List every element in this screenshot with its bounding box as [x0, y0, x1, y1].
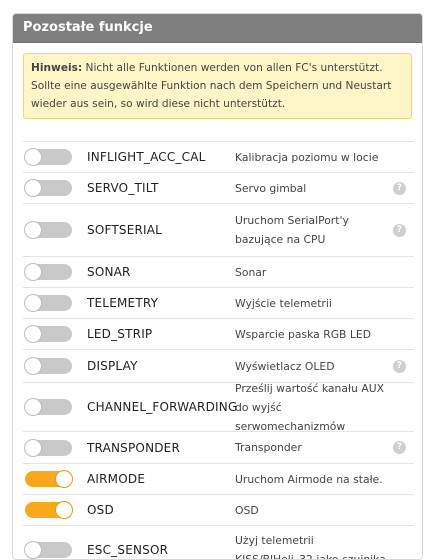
feature-row-telemetry: TELEMETRY Wyjście telemetrii [23, 288, 414, 319]
toggle-knob [25, 295, 41, 311]
feature-name: DISPLAY [87, 359, 138, 373]
toggle-knob [25, 149, 41, 165]
feature-row-servo-tilt: SERVO_TILT Servo gimbal? [23, 173, 414, 204]
toggle-cell [23, 264, 87, 280]
feature-row-channel-forwarding: CHANNEL_FORWARDING Prześlij wartość kanał… [23, 382, 414, 433]
feature-description: Transponder [235, 441, 302, 454]
feature-name: TRANSPONDER [87, 440, 181, 455]
toggle-cell [23, 295, 87, 311]
panel-title: Pozostałe funkcje [13, 14, 422, 43]
notice-label: Hinweis: [31, 62, 83, 74]
help-icon[interactable]: ? [393, 441, 406, 454]
features-list: INFLIGHT_ACC_CAL Kalibracja poziomu w loc… [13, 141, 422, 560]
feature-name: SOFTSERIAL [87, 223, 163, 237]
feature-name: LED_STRIP [87, 327, 153, 341]
feature-name: SONAR [87, 265, 131, 279]
feature-toggle-transponder[interactable] [25, 439, 72, 456]
toggle-knob [25, 439, 41, 456]
toggle-cell [23, 222, 87, 238]
feature-row-osd: OSD OSD [23, 495, 414, 526]
toggle-cell [23, 180, 87, 196]
feature-description: Servo gimbal [235, 181, 307, 195]
feature-description: Użyj telemetrii KISS/BlHeli_32 jako czuj… [235, 534, 390, 560]
feature-name: CHANNEL_FORWARDING [87, 400, 238, 414]
feature-description: Wyświetlacz OLED [235, 359, 335, 373]
feature-name: SERVO_TILT [87, 181, 159, 195]
other-features-panel: Pozostałe funkcje Hinweis: Nicht alle Fu… [12, 13, 423, 560]
feature-description: Uruchom Airmode na stałe. [235, 472, 383, 486]
feature-description: Wyjście telemetrii [235, 296, 332, 310]
feature-name: TELEMETRY [87, 296, 159, 310]
toggle-knob [25, 264, 41, 280]
toggle-knob [25, 399, 41, 415]
toggle-knob [25, 358, 41, 374]
feature-toggle-inflight-acc-cal[interactable] [25, 149, 72, 165]
feature-description: Uruchom SerialPort'y bazujące na CPU [235, 214, 349, 246]
feature-description: Sonar [235, 265, 267, 279]
help-icon[interactable]: ? [393, 359, 406, 373]
toggle-knob [25, 326, 41, 342]
feature-description: Kalibracja poziomu w locie [235, 150, 379, 164]
toggle-knob [25, 180, 41, 196]
feature-toggle-esc-sensor[interactable] [25, 542, 72, 558]
toggle-cell [23, 471, 87, 487]
toggle-knob [56, 502, 72, 518]
help-icon[interactable]: ? [393, 223, 406, 237]
feature-name: ESC_SENSOR [87, 543, 169, 557]
feature-description: Wsparcie paska RGB LED [235, 327, 372, 341]
toggle-cell [23, 502, 87, 518]
toggle-cell [23, 439, 87, 456]
toggle-knob [25, 542, 41, 558]
feature-row-inflight-acc-cal: INFLIGHT_ACC_CAL Kalibracja poziomu w loc… [23, 141, 414, 173]
feature-row-sonar: SONAR Sonar [23, 257, 414, 288]
feature-description: Prześlij wartość kanału AUX do wyjść ser… [235, 381, 385, 433]
toggle-cell [23, 542, 87, 558]
feature-toggle-softserial[interactable] [25, 222, 72, 238]
feature-toggle-display[interactable] [25, 358, 72, 374]
toggle-cell [23, 326, 87, 342]
toggle-cell [23, 358, 87, 374]
notice-box: Hinweis: Nicht alle Funktionen werden vo… [23, 53, 412, 119]
feature-name: OSD [87, 503, 114, 517]
toggle-cell [23, 149, 87, 165]
feature-toggle-servo-tilt[interactable] [25, 180, 72, 196]
toggle-knob [25, 222, 41, 238]
feature-row-airmode: AIRMODE Uruchom Airmode na stałe. [23, 464, 414, 495]
toggle-knob [56, 471, 72, 487]
feature-toggle-sonar[interactable] [25, 264, 72, 280]
feature-toggle-telemetry[interactable] [25, 295, 72, 311]
feature-row-led-strip: LED_STRIP Wsparcie paska RGB LED [23, 319, 414, 350]
feature-toggle-osd[interactable] [25, 502, 72, 518]
feature-name: INFLIGHT_ACC_CAL [87, 150, 206, 164]
feature-toggle-led-strip[interactable] [25, 326, 72, 342]
help-icon[interactable]: ? [393, 181, 406, 195]
feature-toggle-channel-forwarding[interactable] [25, 399, 72, 415]
toggle-cell [23, 399, 87, 415]
feature-description: OSD [235, 503, 259, 517]
feature-row-softserial: SOFTSERIAL Uruchom SerialPort'y bazujące … [23, 204, 414, 257]
feature-row-transponder: TRANSPONDER Transponder? [23, 432, 414, 464]
notice-text: Nicht alle Funktionen werden von allen F… [31, 62, 392, 110]
feature-row-esc-sensor: ESC_SENSOR Użyj telemetrii KISS/BlHeli_32… [23, 526, 414, 560]
feature-toggle-airmode[interactable] [25, 471, 72, 487]
feature-name: AIRMODE [87, 472, 146, 486]
